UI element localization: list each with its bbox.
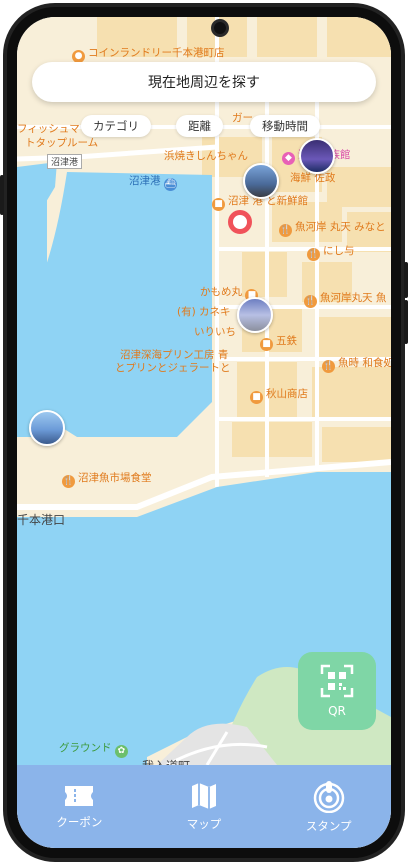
restaurant-icon: 🍴 xyxy=(279,224,292,237)
tab-map-label: マップ xyxy=(186,817,222,831)
shop-icon: ■ xyxy=(250,391,263,404)
map-label-fish-room[interactable]: フィッシュマ xyxy=(17,121,80,136)
map-icon xyxy=(192,783,216,809)
map-label-nishiyo[interactable]: 🍴 にし与 xyxy=(307,243,355,261)
side-button-right-top xyxy=(404,262,408,298)
map-label-senbon-minato: 千本港口 xyxy=(17,513,66,527)
map-label-ground[interactable]: グラウンド ✿ xyxy=(59,740,131,758)
restaurant-icon: 🍴 xyxy=(307,248,320,261)
map-label-hamayaki[interactable]: 浜焼きしんちゃん xyxy=(164,148,248,163)
tab-stamp[interactable]: スタンプ xyxy=(266,765,391,848)
current-location-marker xyxy=(228,210,252,234)
side-button-left xyxy=(0,175,4,215)
map-label-fish-room-2[interactable]: トタップルーム xyxy=(25,135,98,150)
filter-distance-chip[interactable]: 距離 xyxy=(176,115,223,137)
map-label-uogashi-2[interactable]: 🍴 魚河岸丸天 魚 xyxy=(304,290,386,308)
restaurant-icon: 🍴 xyxy=(304,295,317,308)
tab-coupon[interactable]: クーポン xyxy=(17,765,142,848)
stamp-icon xyxy=(313,781,344,813)
map-label-uoichi[interactable]: 🍴 魚時 和食処 xyxy=(322,355,391,373)
qr-button[interactable]: QR xyxy=(298,652,376,730)
app-screen: ● コインランドリー千本港町店 フィッシュマ トタップルーム 沼津港 沼津港 ⛴ … xyxy=(17,17,391,848)
filter-distance-label: 距離 xyxy=(188,119,211,133)
map-label-market-cafeteria[interactable]: 🍴 沼津魚市場食堂 xyxy=(62,470,152,488)
tab-stamp-label: スタンプ xyxy=(305,819,352,833)
qr-scan-icon xyxy=(320,664,354,698)
map-label-kaneki[interactable]: (有) カネキ xyxy=(177,304,231,319)
map-label-coin-laundry[interactable]: ● コインランドリー千本港町店 xyxy=(72,45,225,63)
bottom-navigation: クーポン マップ スタンプ xyxy=(17,765,391,848)
front-camera xyxy=(211,19,229,37)
filter-travel-time-chip[interactable]: 移動時間 xyxy=(250,115,320,137)
phone-device: ● コインランドリー千本港町店 フィッシュマ トタップルーム 沼津港 沼津港 ⛴ … xyxy=(0,0,408,865)
qr-label: QR xyxy=(328,704,346,718)
photo-pin-tower[interactable] xyxy=(243,163,279,199)
filter-travel-time-label: 移動時間 xyxy=(262,119,308,133)
map-label-numazu-port-station[interactable]: 沼津港 xyxy=(47,154,83,169)
photo-pin-harbor[interactable] xyxy=(29,410,65,446)
restaurant-icon: 🍴 xyxy=(322,360,335,373)
side-button-right-bottom xyxy=(404,300,408,344)
filter-category-label: カテゴリ xyxy=(93,119,139,133)
tab-coupon-label: クーポン xyxy=(56,815,103,829)
photo-pin-aquarium[interactable] xyxy=(299,138,335,174)
tab-map[interactable]: マップ xyxy=(142,765,267,848)
filter-category-chip[interactable]: カテゴリ xyxy=(81,115,151,137)
photo-pin-shop[interactable] xyxy=(237,297,273,333)
aquarium-icon: ◆ xyxy=(282,152,295,165)
map-label-irii[interactable]: いりいち xyxy=(194,324,236,339)
map-label-pudding-2[interactable]: とプリンとジェラートと xyxy=(115,360,231,375)
shop-icon: ■ xyxy=(260,338,273,351)
search-nearby-button[interactable]: 現在地周辺を探す xyxy=(32,62,376,102)
search-nearby-label: 現在地周辺を探す xyxy=(148,75,260,91)
ferry-icon: ⛴ xyxy=(163,178,177,191)
restaurant-icon: 🍴 xyxy=(62,475,75,488)
map-label-gotetsu[interactable]: ■ 五鉄 xyxy=(260,333,297,351)
park-icon: ✿ xyxy=(114,745,128,758)
ticket-icon xyxy=(65,786,94,806)
map-label-akiyama[interactable]: ■ 秋山商店 xyxy=(250,386,308,404)
map-label-numazu-port[interactable]: 沼津港 ⛴ xyxy=(129,173,180,191)
map-label-uogashi[interactable]: 🍴 魚河岸 丸天 みなと xyxy=(279,219,386,237)
shop-icon: ■ xyxy=(212,198,225,211)
